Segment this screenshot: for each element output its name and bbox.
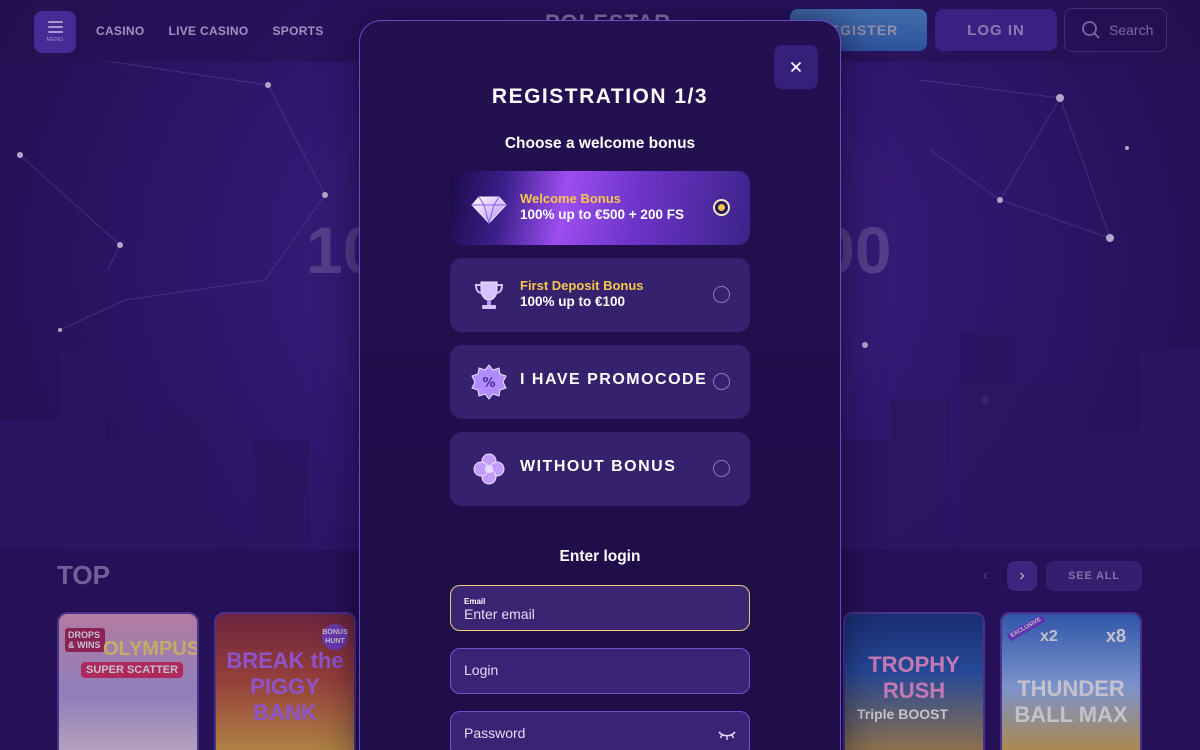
clover-icon: [473, 453, 505, 485]
option-label: WITHOUT BONUS: [520, 458, 677, 475]
email-field[interactable]: Email: [450, 585, 750, 631]
diamond-icon: [471, 196, 507, 225]
login-field[interactable]: [450, 648, 750, 694]
svg-text:%: %: [482, 376, 495, 391]
bonus-option-welcome[interactable]: Welcome Bonus 100% up to €500 + 200 FS: [450, 171, 750, 245]
registration-modal: REGISTRATION 1/3 Choose a welcome bonus …: [359, 20, 841, 750]
promo-badge-icon: %: [471, 364, 507, 400]
login-input[interactable]: [464, 662, 714, 678]
eye-closed-icon[interactable]: [718, 727, 736, 741]
option-name: First Deposit Bonus: [520, 278, 644, 293]
option-description: 100% up to €500 + 200 FS: [520, 207, 684, 222]
bonus-option-first-deposit[interactable]: First Deposit Bonus 100% up to €100: [450, 258, 750, 332]
trophy-icon: [474, 281, 504, 309]
password-input[interactable]: [464, 725, 714, 741]
password-field[interactable]: [450, 711, 750, 750]
bonus-subtitle: Choose a welcome bonus: [504, 135, 696, 152]
close-button[interactable]: [774, 45, 818, 89]
email-input[interactable]: [464, 606, 714, 622]
option-description: 100% up to €100: [520, 294, 626, 309]
radio-unselected[interactable]: [713, 286, 730, 303]
modal-title: REGISTRATION 1/3: [491, 85, 709, 108]
radio-unselected[interactable]: [713, 460, 730, 477]
option-label: I HAVE PROMOCODE: [520, 371, 708, 388]
close-icon: [790, 61, 802, 73]
email-field-label: Email: [464, 597, 486, 606]
bonus-option-without[interactable]: WITHOUT BONUS: [450, 432, 750, 506]
radio-unselected[interactable]: [713, 373, 730, 390]
bonus-option-promocode[interactable]: % I HAVE PROMOCODE: [450, 345, 750, 419]
login-heading: Enter login: [559, 548, 641, 565]
option-name: Welcome Bonus: [520, 191, 621, 206]
radio-selected[interactable]: [713, 199, 730, 216]
